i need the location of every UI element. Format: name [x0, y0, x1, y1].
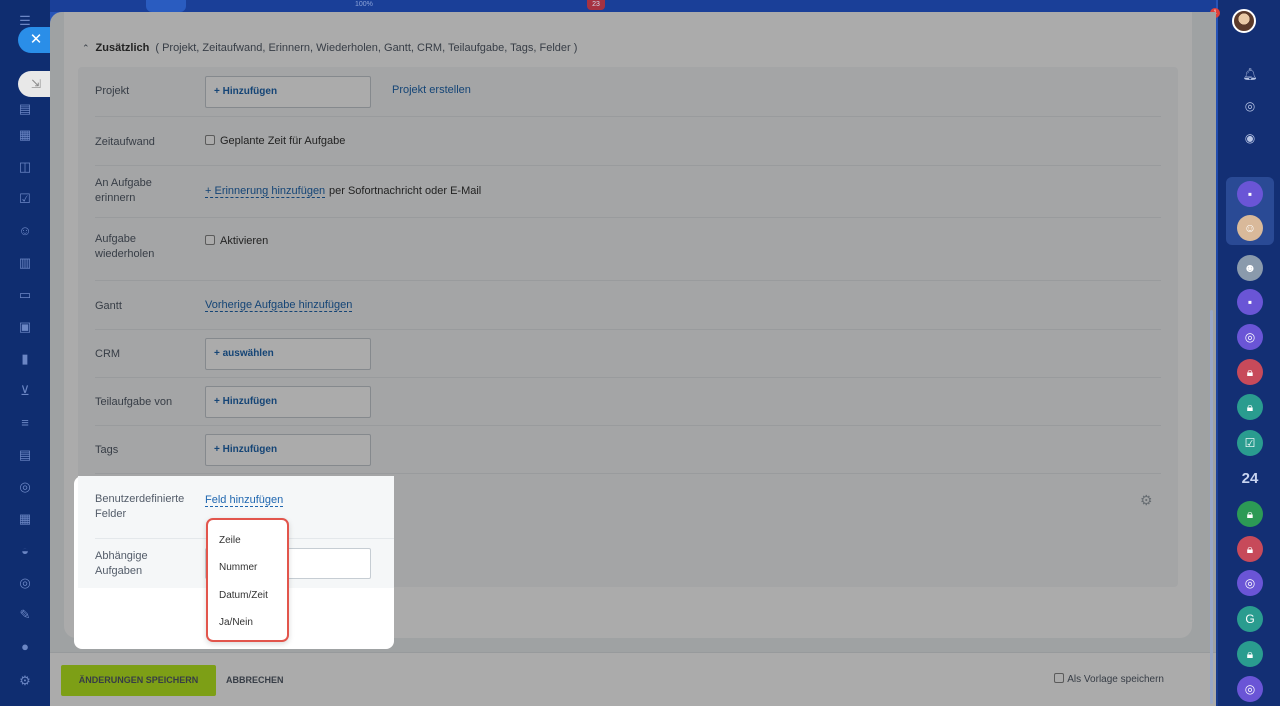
feed-icon[interactable]: ▤	[16, 100, 34, 118]
checkbox-box[interactable]	[205, 235, 215, 245]
save-as-template-checkbox[interactable]: Als Vorlage speichern	[1054, 673, 1164, 685]
chat-avatar-6[interactable]: ◎	[1237, 570, 1263, 596]
checkbox-box[interactable]	[205, 135, 215, 145]
field-type-dropdown: Zeile Nummer Datum/Zeit Ja/Nein	[206, 518, 289, 642]
counter-badge: 23	[587, 0, 605, 10]
dropdown-item-datetime[interactable]: Datum/Zeit	[219, 590, 268, 601]
additional-section-header[interactable]: ⌃ Zusätzlich ( Projekt, Zeitaufwand, Erinn…	[82, 42, 577, 54]
chat-icon[interactable]: ◫	[16, 158, 34, 176]
planned-time-label: Geplante Zeit für Aufgabe	[220, 135, 346, 147]
row-gantt: Gantt Vorherige Aufgabe hinzufügen	[95, 281, 1161, 330]
repeat-checkbox-label: Aktivieren	[220, 235, 269, 247]
user-avatar[interactable]	[1232, 9, 1256, 33]
row-time-tracking: Zeitaufwand Geplante Zeit für Aufgabe	[95, 117, 1161, 166]
contacts-icon[interactable]: ☺	[16, 222, 34, 240]
dropdown-item-string[interactable]: Zeile	[219, 535, 241, 546]
chat-avatar-4[interactable]: ▪	[1237, 289, 1263, 315]
row-tags: Tags + Hinzufügen	[95, 426, 1161, 474]
custom-fields-label: Benutzerdefinierte Felder	[95, 493, 185, 520]
add-field-link[interactable]: Feld hinzufügen	[205, 494, 284, 507]
add-reminder-link[interactable]: + Erinnerung hinzufügen	[205, 185, 326, 198]
analytics-icon[interactable]: ▮	[16, 350, 34, 368]
row-subtask: Teilaufgabe von + Hinzufügen	[95, 378, 1161, 426]
close-slider-button[interactable]: ✕	[18, 27, 50, 53]
dropdown-item-boolean[interactable]: Ja/Nein	[219, 617, 253, 628]
top-strip: 100% 23	[50, 0, 1216, 12]
add-previous-task-text[interactable]: Vorherige Aufgabe hinzufügen	[205, 299, 353, 312]
project-add-button[interactable]: + Hinzufügen	[205, 76, 371, 108]
document-icon[interactable]: ▦	[16, 126, 34, 144]
row-repeat: Aufgabe wiederholen Aktivieren	[95, 218, 1161, 281]
chevron-up-icon[interactable]: ⌃	[82, 43, 90, 53]
repeat-label: Aufgabe wiederholen	[95, 233, 155, 260]
pulse-icon[interactable]: ◎	[1237, 93, 1263, 119]
filter-icon[interactable]: ≡	[16, 414, 34, 432]
zoom-text: 100%	[355, 1, 373, 8]
save-as-template-label: Als Vorlage speichern	[1067, 674, 1164, 685]
chat-avatar-1[interactable]: ▪	[1237, 181, 1263, 207]
shop-icon[interactable]: ⊻	[16, 382, 34, 400]
checkbox-box[interactable]	[1054, 673, 1065, 683]
dependent-tasks-label: Abhängige Aufgaben	[95, 550, 148, 577]
right-sidebar: 1 🔔︎ ◎ ◉ ▪ ☺ ☻ ▪ ◎ 🔒︎ 🔒︎ ☑ 24 🔒︎ 🔒︎ ◎ G …	[1210, 0, 1280, 706]
add-reminder-text[interactable]: + Erinnerung hinzufügen	[205, 185, 326, 198]
scrollbar[interactable]	[1210, 310, 1213, 704]
crm-label: CRM	[95, 348, 121, 360]
edit-icon[interactable]: ✎	[16, 606, 34, 624]
drive-icon[interactable]: ▭	[16, 286, 34, 304]
crm-icon[interactable]: ▤	[16, 446, 34, 464]
crm-select-button[interactable]: + auswählen	[205, 338, 371, 370]
search-chat-icon[interactable]: ◉	[1237, 125, 1263, 151]
lock-icon[interactable]: 🔒︎	[1237, 359, 1263, 385]
sites-icon[interactable]: ▣	[16, 318, 34, 336]
repeat-checkbox[interactable]: Aktivieren	[205, 235, 268, 247]
reminder-suffix: per Sofortnachricht oder E-Mail	[329, 185, 482, 197]
lock-icon-4[interactable]: 🔒︎	[1237, 536, 1263, 562]
cancel-button[interactable]: ABBRECHEN	[226, 665, 284, 696]
save-changes-button[interactable]: ÄNDERUNGEN SPEICHERN	[61, 665, 216, 696]
time-tracking-label: Zeitaufwand	[95, 136, 155, 148]
add-previous-task-link[interactable]: Vorherige Aufgabe hinzufügen	[205, 299, 353, 312]
lock-icon-3[interactable]: 🔒︎	[1237, 501, 1263, 527]
tasks-icon[interactable]: ☑	[16, 190, 34, 208]
documents-icon[interactable]: ▥	[16, 254, 34, 272]
form-footer: ÄNDERUNGEN SPEICHERN ABBRECHEN Als Vorla…	[50, 652, 1216, 706]
gantt-label: Gantt	[95, 300, 122, 312]
marketing-icon[interactable]: ◎	[16, 574, 34, 592]
section-subtitle: ( Projekt, Zeitaufwand, Erinnern, Wieder…	[155, 42, 578, 54]
automation-icon[interactable]: ◎	[16, 478, 34, 496]
planned-time-checkbox[interactable]: Geplante Zeit für Aufgabe	[205, 135, 345, 147]
dropdown-item-number[interactable]: Nummer	[219, 562, 257, 573]
tab-ghost	[146, 0, 186, 12]
section-title: Zusätzlich	[95, 42, 150, 54]
subtask-label: Teilaufgabe von	[95, 396, 173, 408]
reminder-label: An Aufgabe erinnern	[95, 177, 152, 204]
user-icon[interactable]: ●	[16, 638, 34, 656]
create-project-link[interactable]: Projekt erstellen	[392, 84, 471, 96]
collapse-slider-button[interactable]: ⇲	[18, 71, 50, 97]
row-project: Projekt + Hinzufügen Projekt erstellen	[95, 67, 1161, 117]
project-label: Projekt	[95, 85, 130, 97]
chat-avatar-2[interactable]: ☺	[1237, 215, 1263, 241]
gear-icon[interactable]: ⚙	[1140, 492, 1153, 509]
row-crm: CRM + auswählen	[95, 330, 1161, 378]
tags-add-button[interactable]: + Hinzufügen	[205, 434, 371, 466]
market-icon[interactable]: ◒	[16, 542, 34, 560]
tags-label: Tags	[95, 444, 119, 456]
bitrix24-icon[interactable]: 24	[1237, 470, 1263, 487]
lock-icon-2[interactable]: 🔒︎	[1237, 394, 1263, 420]
left-sidebar: ☰ ▤ ▦ ◫ ☑ ☺ ▥ ▭ ▣ ▮ ⊻ ≡ ▤ ◎ ▦ ◒ ◎ ✎ ● ⚙	[0, 0, 50, 706]
chat-avatar-5[interactable]: ◎	[1237, 324, 1263, 350]
subtask-add-button[interactable]: + Hinzufügen	[205, 386, 371, 418]
row-reminder: An Aufgabe erinnern + Erinnerung hinzufü…	[95, 166, 1161, 218]
add-field-text[interactable]: Feld hinzufügen	[205, 494, 284, 507]
calendar-icon[interactable]: ▦	[16, 510, 34, 528]
chat-avatar-3[interactable]: ☻	[1237, 255, 1263, 281]
check-icon[interactable]: ☑	[1237, 430, 1263, 456]
chat-avatar-8[interactable]: ◎	[1237, 676, 1263, 702]
settings-icon[interactable]: ⚙	[16, 672, 34, 690]
chat-avatar-7[interactable]: G	[1237, 606, 1263, 632]
lock-icon-5[interactable]: 🔒︎	[1237, 641, 1263, 667]
bell-icon[interactable]: 🔔︎	[1237, 61, 1263, 87]
